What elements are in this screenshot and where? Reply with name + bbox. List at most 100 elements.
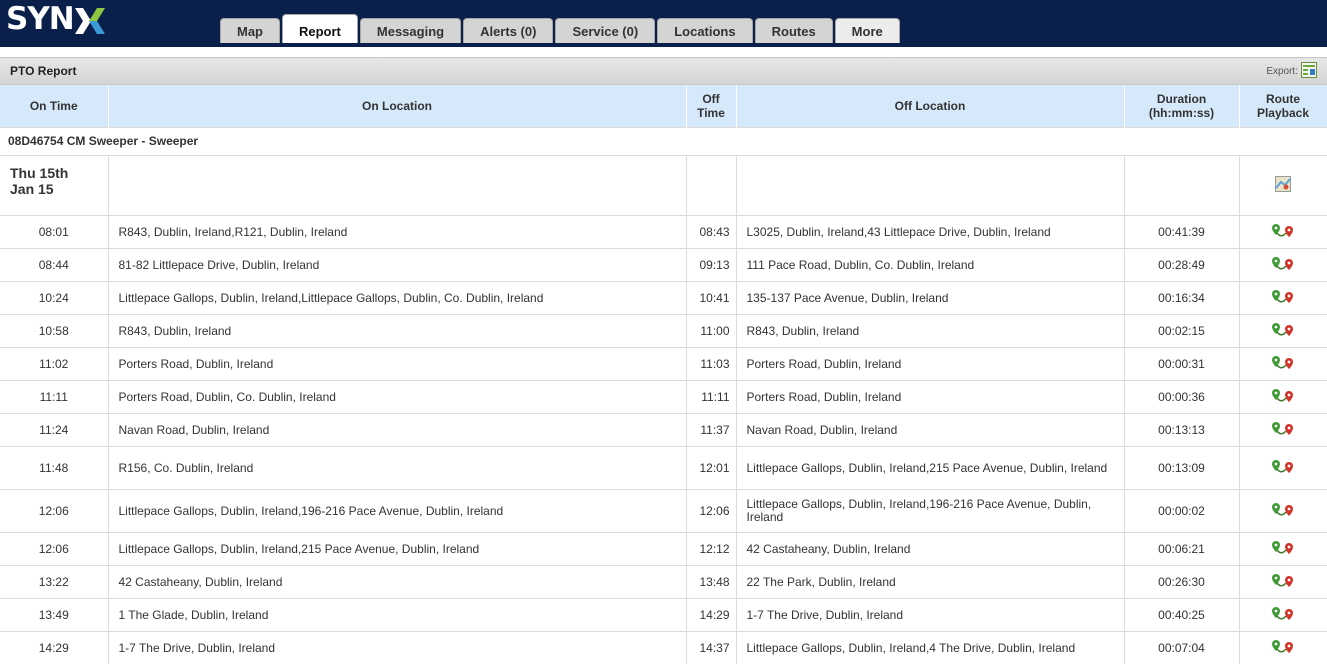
route-playback-icon[interactable]	[1271, 223, 1295, 242]
route-playback-cell	[1239, 599, 1327, 632]
on-time-cell: 10:58	[0, 315, 108, 348]
date-cell: Thu 15thJan 15	[0, 156, 108, 216]
duration-cell: 00:13:13	[1124, 414, 1239, 447]
route-playback-icon[interactable]	[1271, 388, 1295, 407]
off-time-cell: 12:01	[686, 447, 736, 490]
table-header-row: On Time On Location OffTime Off Location…	[0, 85, 1327, 128]
tab-more[interactable]: More	[835, 18, 900, 43]
logo-text: SYN	[6, 1, 74, 37]
on-location-cell: Porters Road, Dublin, Ireland	[108, 348, 686, 381]
off-location-cell: 22 The Park, Dublin, Ireland	[736, 566, 1124, 599]
route-playback-icon[interactable]	[1271, 256, 1295, 275]
route-playback-icon[interactable]	[1271, 639, 1295, 658]
route-playback-icon[interactable]	[1271, 573, 1295, 592]
on-time-cell: 11:48	[0, 447, 108, 490]
route-playback-cell	[1239, 533, 1327, 566]
route-playback-cell	[1239, 315, 1327, 348]
off-time-cell: 09:13	[686, 249, 736, 282]
route-playback-icon[interactable]	[1271, 502, 1295, 521]
col-duration[interactable]: Duration(hh:mm:ss)	[1124, 85, 1239, 128]
on-time-cell: 08:44	[0, 249, 108, 282]
table-row: 08:01 R843, Dublin, Ireland,R121, Dublin…	[0, 216, 1327, 249]
duration-cell: 00:26:30	[1124, 566, 1239, 599]
off-location-cell: Navan Road, Dublin, Ireland	[736, 414, 1124, 447]
off-time-cell: 11:00	[686, 315, 736, 348]
table-row: 11:48 R156, Co. Dublin, Ireland 12:01 Li…	[0, 447, 1327, 490]
top-bar: SYN Map Report Messaging Alerts (0) Serv…	[0, 0, 1327, 47]
off-location-cell: Littlepace Gallops, Dublin, Ireland,196-…	[736, 490, 1124, 533]
route-playback-icon[interactable]	[1271, 421, 1295, 440]
col-off-time[interactable]: OffTime	[686, 85, 736, 128]
route-playback-cell	[1239, 282, 1327, 315]
tab-locations[interactable]: Locations	[657, 18, 752, 43]
route-playback-cell	[1239, 381, 1327, 414]
off-time-cell: 12:06	[686, 490, 736, 533]
col-on-location[interactable]: On Location	[108, 85, 686, 128]
on-time-cell: 14:29	[0, 632, 108, 664]
duration-cell: 00:41:39	[1124, 216, 1239, 249]
off-time-cell: 10:41	[686, 282, 736, 315]
duration-cell: 00:06:21	[1124, 533, 1239, 566]
off-time-cell: 14:29	[686, 599, 736, 632]
off-location-cell: L3025, Dublin, Ireland,43 Littlepace Dri…	[736, 216, 1124, 249]
route-playback-cell	[1239, 348, 1327, 381]
export-label: Export:	[1266, 66, 1298, 77]
route-playback-icon[interactable]	[1271, 459, 1295, 478]
tab-report[interactable]: Report	[282, 14, 358, 43]
on-location-cell: Littlepace Gallops, Dublin, Ireland,215 …	[108, 533, 686, 566]
off-location-cell: 42 Castaheany, Dublin, Ireland	[736, 533, 1124, 566]
off-time-cell: 12:12	[686, 533, 736, 566]
route-playback-cell	[1239, 216, 1327, 249]
on-time-cell: 11:02	[0, 348, 108, 381]
tab-routes[interactable]: Routes	[755, 18, 833, 43]
route-playback-cell	[1239, 249, 1327, 282]
table-row: 14:29 1-7 The Drive, Dublin, Ireland 14:…	[0, 632, 1327, 664]
on-location-cell: 42 Castaheany, Dublin, Ireland	[108, 566, 686, 599]
route-playback-icon[interactable]	[1271, 540, 1295, 559]
off-location-cell: Porters Road, Dublin, Ireland	[736, 348, 1124, 381]
tab-map[interactable]: Map	[220, 18, 280, 43]
col-route-playback[interactable]: RoutePlayback	[1239, 85, 1327, 128]
route-playback-icon[interactable]	[1271, 322, 1295, 341]
duration-cell: 00:28:49	[1124, 249, 1239, 282]
off-time-cell: 14:37	[686, 632, 736, 664]
col-on-time[interactable]: On Time	[0, 85, 108, 128]
export-button[interactable]: Export:	[1266, 62, 1317, 81]
table-row: 10:24 Littlepace Gallops, Dublin, Irelan…	[0, 282, 1327, 315]
table-row: 10:58 R843, Dublin, Ireland 11:00 R843, …	[0, 315, 1327, 348]
on-time-cell: 11:11	[0, 381, 108, 414]
synx-logo[interactable]: SYN	[6, 2, 105, 36]
tab-messaging[interactable]: Messaging	[360, 18, 461, 43]
duration-cell: 00:00:36	[1124, 381, 1239, 414]
duration-cell: 00:02:15	[1124, 315, 1239, 348]
route-playback-icon[interactable]	[1271, 355, 1295, 374]
tab-alerts[interactable]: Alerts (0)	[463, 18, 553, 43]
on-time-cell: 12:06	[0, 533, 108, 566]
off-time-cell: 11:37	[686, 414, 736, 447]
date-row: Thu 15thJan 15	[0, 156, 1327, 216]
off-time-cell: 08:43	[686, 216, 736, 249]
table-row: 12:06 Littlepace Gallops, Dublin, Irelan…	[0, 533, 1327, 566]
on-location-cell: R156, Co. Dublin, Ireland	[108, 447, 686, 490]
duration-cell: 00:00:31	[1124, 348, 1239, 381]
table-row: 11:11 Porters Road, Dublin, Co. Dublin, …	[0, 381, 1327, 414]
off-location-cell: Littlepace Gallops, Dublin, Ireland,215 …	[736, 447, 1124, 490]
route-playback-cell	[1239, 447, 1327, 490]
tab-service[interactable]: Service (0)	[555, 18, 655, 43]
route-playback-cell	[1239, 632, 1327, 664]
on-location-cell: 1 The Glade, Dublin, Ireland	[108, 599, 686, 632]
vehicle-row: 08D46754 CM Sweeper - Sweeper	[0, 128, 1327, 156]
route-playback-icon[interactable]	[1271, 606, 1295, 625]
on-location-cell: 1-7 The Drive, Dublin, Ireland	[108, 632, 686, 664]
day-map-icon[interactable]	[1275, 176, 1291, 195]
on-time-cell: 12:06	[0, 490, 108, 533]
route-playback-cell	[1239, 414, 1327, 447]
off-location-cell: Littlepace Gallops, Dublin, Ireland,4 Th…	[736, 632, 1124, 664]
on-location-cell: Navan Road, Dublin, Ireland	[108, 414, 686, 447]
route-playback-icon[interactable]	[1271, 289, 1295, 308]
table-row: 13:49 1 The Glade, Dublin, Ireland 14:29…	[0, 599, 1327, 632]
route-playback-cell	[1239, 490, 1327, 533]
off-time-cell: 13:48	[686, 566, 736, 599]
col-off-location[interactable]: Off Location	[736, 85, 1124, 128]
duration-cell: 00:40:25	[1124, 599, 1239, 632]
